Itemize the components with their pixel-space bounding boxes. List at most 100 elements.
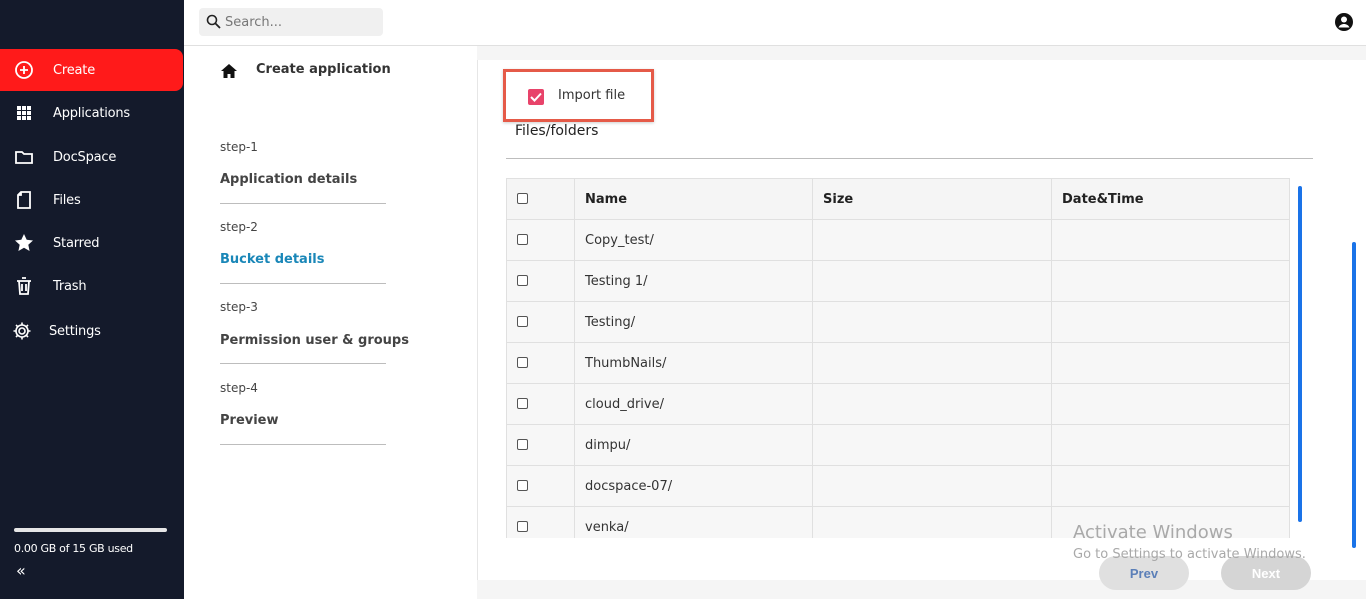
sidebar-item-settings[interactable]: Settings: [0, 310, 183, 352]
sidebar: Create Applications DocSpace Files Starr…: [0, 0, 184, 599]
row-date: [1051, 260, 1290, 302]
row-size: [812, 219, 1052, 261]
collapse-sidebar-button[interactable]: «: [16, 561, 26, 580]
row-checkbox[interactable]: [517, 479, 528, 491]
divider: [220, 203, 386, 204]
sidebar-item-create[interactable]: Create: [0, 49, 183, 91]
storage-usage-text: 0.00 GB of 15 GB used: [14, 542, 133, 555]
sidebar-item-files[interactable]: Files: [0, 179, 183, 221]
import-file-option[interactable]: Import file: [503, 69, 654, 122]
row-size: [812, 260, 1052, 302]
column-header-size[interactable]: Size: [812, 178, 1052, 220]
row-checkbox-cell: [506, 465, 575, 507]
row-size: [812, 465, 1052, 507]
row-size: [812, 342, 1052, 384]
row-name: Testing 1/: [574, 260, 813, 302]
sidebar-item-label: Files: [53, 192, 81, 208]
watermark-subtitle: Go to Settings to activate Windows.: [1073, 547, 1306, 562]
row-date: [1051, 424, 1290, 466]
column-header-name[interactable]: Name: [574, 178, 813, 220]
watermark-title: Activate Windows: [1073, 522, 1233, 543]
row-checkbox[interactable]: [517, 315, 528, 327]
star-icon: [14, 233, 34, 253]
sidebar-item-label: Starred: [53, 235, 100, 251]
sidebar-item-starred[interactable]: Starred: [0, 222, 183, 264]
search-input[interactable]: [225, 14, 375, 30]
row-size: [812, 383, 1052, 425]
divider: [220, 363, 386, 364]
import-file-label: Import file: [558, 88, 626, 103]
step-number: step-2: [220, 220, 258, 234]
row-name: cloud_drive/: [574, 383, 813, 425]
table-row[interactable]: ThumbNails/: [506, 342, 1290, 384]
row-checkbox-cell: [506, 301, 575, 343]
table-row[interactable]: Testing/: [506, 301, 1290, 343]
files-table-container: Name Size Date&Time Copy_test/ Testing 1…: [506, 178, 1290, 538]
table-row[interactable]: Copy_test/: [506, 219, 1290, 261]
account-icon[interactable]: [1334, 12, 1354, 36]
divider: [220, 283, 386, 284]
row-checkbox[interactable]: [517, 274, 528, 286]
sidebar-item-label: DocSpace: [53, 149, 117, 165]
page-title: Create application: [256, 62, 391, 77]
step-number: step-1: [220, 140, 258, 154]
row-checkbox-cell: [506, 383, 575, 425]
table-row[interactable]: Testing 1/: [506, 260, 1290, 302]
step-title-bucket-details[interactable]: Bucket details: [220, 252, 324, 267]
row-date: [1051, 301, 1290, 343]
row-name: ThumbNails/: [574, 342, 813, 384]
row-checkbox[interactable]: [517, 356, 528, 368]
row-name: dimpu/: [574, 424, 813, 466]
step-number: step-4: [220, 381, 258, 395]
trash-icon: [14, 276, 34, 296]
row-date: [1051, 383, 1290, 425]
grid-icon: [14, 103, 34, 123]
row-date: [1051, 219, 1290, 261]
step-title-application-details[interactable]: Application details: [220, 172, 357, 187]
select-all-checkbox[interactable]: [517, 192, 528, 204]
step-title-permission[interactable]: Permission user & groups: [220, 333, 409, 348]
column-header-date[interactable]: Date&Time: [1051, 178, 1290, 220]
table-row[interactable]: dimpu/: [506, 424, 1290, 466]
files-table: Name Size Date&Time Copy_test/ Testing 1…: [506, 178, 1290, 538]
step-title-preview[interactable]: Preview: [220, 413, 279, 428]
table-header-row: Name Size Date&Time: [506, 178, 1290, 220]
storage-progress-bar: [14, 528, 167, 532]
table-row[interactable]: docspace-07/: [506, 465, 1290, 507]
sidebar-item-docspace[interactable]: DocSpace: [0, 136, 183, 178]
import-file-checkbox[interactable]: [528, 89, 544, 105]
row-size: [812, 424, 1052, 466]
row-checkbox[interactable]: [517, 520, 528, 532]
row-checkbox-cell: [506, 260, 575, 302]
row-checkbox[interactable]: [517, 397, 528, 409]
plus-circle-icon: [14, 60, 34, 80]
row-name: docspace-07/: [574, 465, 813, 507]
sidebar-item-label: Create: [53, 62, 95, 78]
row-checkbox-cell: [506, 219, 575, 261]
row-checkbox-cell: [506, 424, 575, 466]
main-content: Import file Files/folders Name Size Date…: [477, 60, 1366, 590]
row-checkbox-cell: [506, 506, 575, 538]
row-name: Copy_test/: [574, 219, 813, 261]
row-checkbox[interactable]: [517, 438, 528, 450]
divider: [220, 444, 386, 445]
row-size: [812, 506, 1052, 538]
sidebar-item-label: Trash: [53, 278, 87, 294]
windows-activation-watermark: Activate Windows Go to Settings to activ…: [1073, 522, 1306, 562]
row-checkbox[interactable]: [517, 233, 528, 245]
steps-panel: Create application step-1 Application de…: [184, 46, 477, 599]
sidebar-item-applications[interactable]: Applications: [0, 92, 183, 134]
gear-icon: [12, 321, 32, 341]
table-row[interactable]: cloud_drive/: [506, 383, 1290, 425]
file-icon: [14, 190, 34, 210]
row-checkbox-cell: [506, 342, 575, 384]
sidebar-item-label: Settings: [49, 323, 101, 339]
search-box: [199, 8, 383, 36]
table-scrollbar[interactable]: [1298, 186, 1302, 522]
row-name: venka/: [574, 506, 813, 538]
row-name: Testing/: [574, 301, 813, 343]
page-scrollbar[interactable]: [1352, 242, 1356, 548]
home-icon[interactable]: [220, 63, 238, 83]
divider: [506, 158, 1313, 159]
sidebar-item-trash[interactable]: Trash: [0, 265, 183, 307]
